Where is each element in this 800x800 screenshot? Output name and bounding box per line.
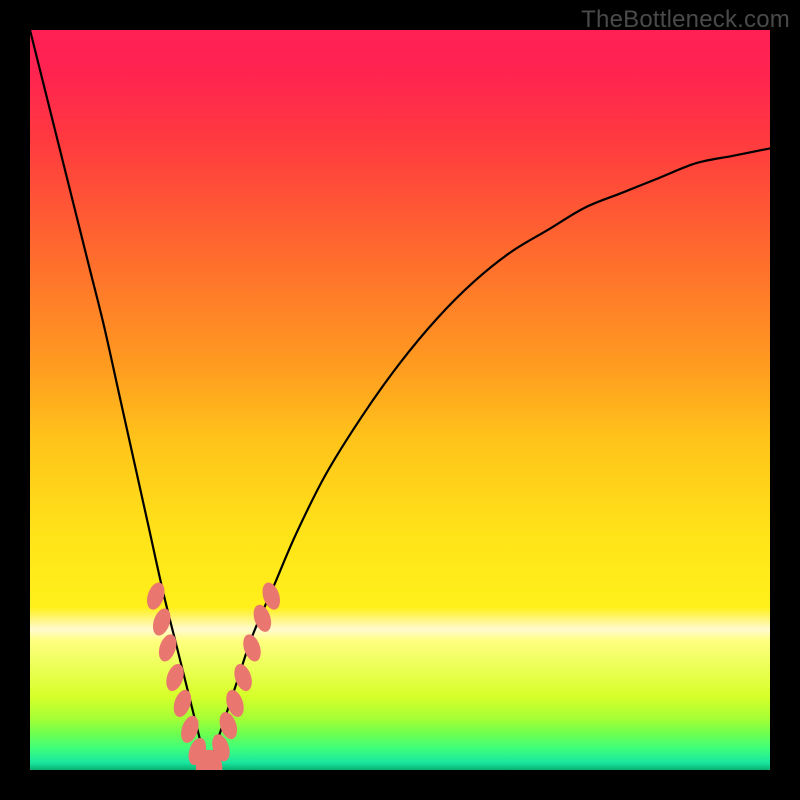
plot-area	[30, 30, 770, 770]
curves-layer	[30, 30, 770, 770]
curve-markers	[144, 580, 283, 770]
chart-frame: TheBottleneck.com	[0, 0, 800, 800]
curve-lines	[30, 30, 770, 770]
curve-left-branch	[30, 30, 208, 770]
curve-right-branch	[208, 148, 770, 770]
